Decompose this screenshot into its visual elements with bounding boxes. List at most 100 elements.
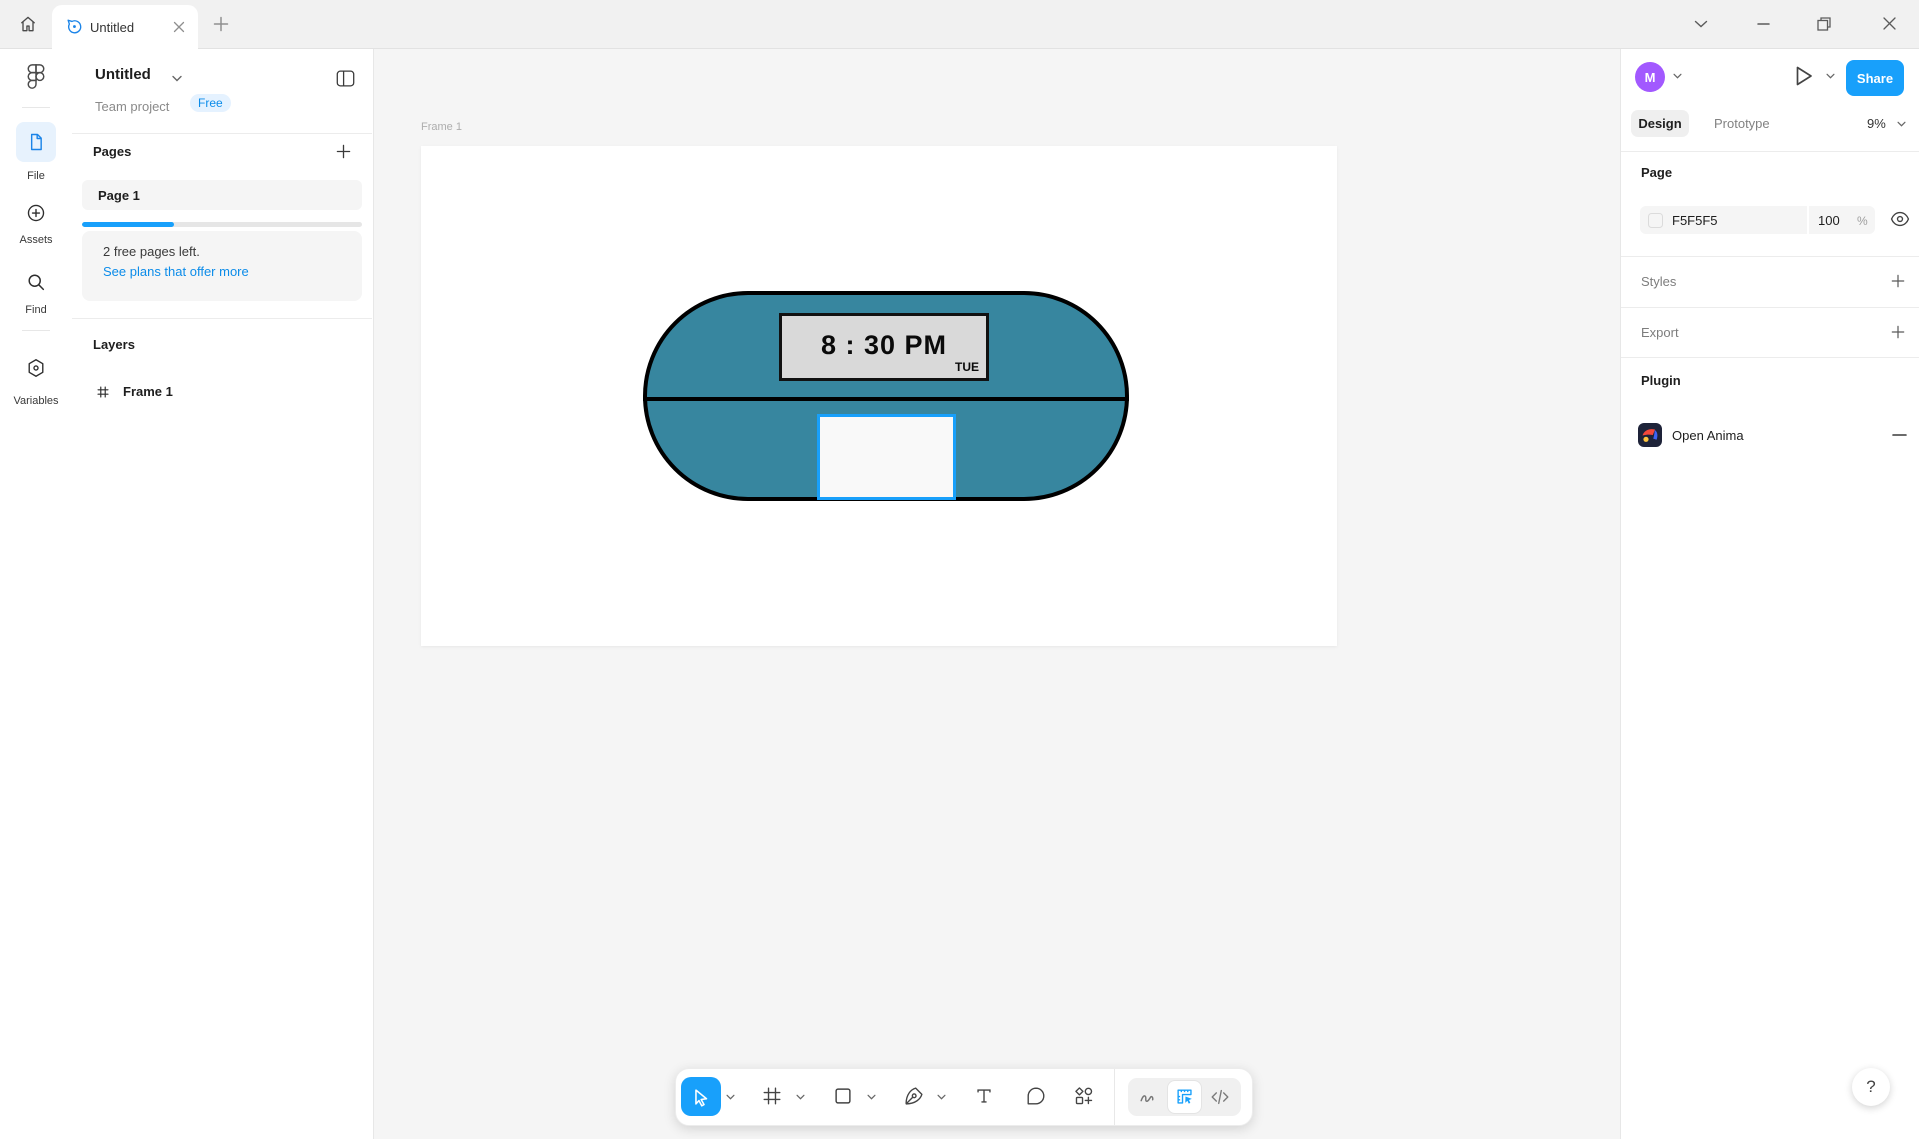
selected-rectangle[interactable] xyxy=(817,414,956,500)
bottom-toolbar xyxy=(675,1068,1253,1126)
anima-plugin-icon xyxy=(1638,423,1662,447)
pen-tool-chevron-icon[interactable] xyxy=(937,1094,946,1100)
see-plans-link[interactable]: See plans that offer more xyxy=(103,264,249,279)
divider xyxy=(1621,256,1919,257)
tab-design[interactable]: Design xyxy=(1631,110,1689,137)
draw-squiggle-icon[interactable] xyxy=(1138,1086,1160,1108)
pages-section-label: Pages xyxy=(93,144,131,159)
add-style-plus-icon[interactable] xyxy=(1891,274,1905,288)
frame-tool-icon[interactable] xyxy=(761,1085,783,1107)
rail-divider xyxy=(22,107,50,108)
opacity-unit: % xyxy=(1857,214,1868,228)
avatar-initial: M xyxy=(1645,70,1656,85)
present-play-icon[interactable] xyxy=(1794,65,1814,87)
search-icon xyxy=(25,271,47,293)
shape-tool-chevron-icon[interactable] xyxy=(867,1094,876,1100)
present-chevron-icon[interactable] xyxy=(1826,73,1835,79)
left-rail: File Assets Find Variables xyxy=(0,48,73,1139)
rectangle-tool-icon[interactable] xyxy=(832,1085,854,1107)
tab-prototype[interactable]: Prototype xyxy=(1714,116,1770,131)
text-tool-icon[interactable] xyxy=(973,1085,995,1107)
file-tab[interactable]: Untitled xyxy=(52,5,198,49)
move-tool-selected[interactable] xyxy=(681,1077,721,1116)
toggle-sidebar-icon[interactable] xyxy=(335,69,356,88)
clock-pill-shape[interactable]: 8 : 30 PM TUE xyxy=(643,291,1129,501)
remove-plugin-minus-icon[interactable] xyxy=(1892,434,1907,436)
window-minimize-icon[interactable] xyxy=(1757,23,1770,25)
toolbar-separator xyxy=(1114,1069,1115,1125)
color-swatch[interactable] xyxy=(1648,213,1663,228)
layers-section-label: Layers xyxy=(93,337,135,352)
close-tab-icon[interactable] xyxy=(173,21,185,33)
layer-row-frame1[interactable]: Frame 1 xyxy=(72,378,372,406)
divider xyxy=(1621,357,1919,358)
figma-logo-icon xyxy=(27,64,45,90)
free-pages-progress xyxy=(82,222,362,227)
home-button[interactable] xyxy=(18,14,38,34)
sidebar-item-label: Find xyxy=(0,304,72,316)
new-tab-plus-icon[interactable] xyxy=(213,16,229,32)
comment-bubble-icon[interactable] xyxy=(1025,1085,1047,1107)
file-active-background xyxy=(16,122,56,162)
help-label: ? xyxy=(1866,1077,1875,1097)
titlebar: Untitled xyxy=(0,0,1919,49)
clock-display[interactable]: 8 : 30 PM TUE xyxy=(779,313,989,381)
zoom-level[interactable]: 9% xyxy=(1867,116,1886,131)
figma-app-window: { "theme": { "accent": "#18A0FB", "link"… xyxy=(0,0,1919,1139)
canvas-frame-label[interactable]: Frame 1 xyxy=(421,121,462,133)
account-chevron-icon[interactable] xyxy=(1673,73,1682,79)
left-panel: Untitled Team project Free Pages Page 1 … xyxy=(72,48,374,1139)
frame-tool-chevron-icon[interactable] xyxy=(796,1094,805,1100)
share-button[interactable]: Share xyxy=(1846,60,1904,96)
circle-plus-icon xyxy=(25,202,47,224)
window-menu-chevron-icon[interactable] xyxy=(1694,20,1708,28)
free-plan-notice: 2 free pages left. See plans that offer … xyxy=(82,231,362,301)
divider xyxy=(72,318,372,319)
divider xyxy=(72,133,372,134)
right-panel: M Share Design Prototype 9% Page F5F5F5 … xyxy=(1620,48,1919,1139)
avatar[interactable]: M xyxy=(1635,62,1665,92)
free-plan-badge: Free xyxy=(190,94,231,112)
opacity-value[interactable]: 100 xyxy=(1818,213,1840,228)
window-close-icon[interactable] xyxy=(1883,17,1896,30)
plugin-name: Open Anima xyxy=(1672,428,1744,443)
color-hex-value[interactable]: F5F5F5 xyxy=(1672,213,1718,228)
sidebar-item-label: Assets xyxy=(0,234,72,246)
canvas-frame[interactable]: 8 : 30 PM TUE xyxy=(421,146,1337,646)
styles-section-label: Styles xyxy=(1641,274,1676,289)
dev-mode-toggle-selected[interactable] xyxy=(1167,1080,1202,1114)
resources-shapes-icon[interactable] xyxy=(1073,1085,1095,1107)
mode-toggle-group xyxy=(1128,1078,1241,1116)
tab-design-label: Design xyxy=(1638,116,1681,131)
layer-name: Frame 1 xyxy=(123,384,173,399)
page-list-item-selected[interactable]: Page 1 xyxy=(82,180,362,210)
page-color-control[interactable]: F5F5F5 100 % xyxy=(1640,206,1875,234)
help-button[interactable]: ? xyxy=(1852,1068,1890,1106)
clock-day: TUE xyxy=(955,360,979,374)
clock-time: 8 : 30 PM xyxy=(782,330,986,361)
rail-divider xyxy=(22,330,50,331)
window-restore-icon[interactable] xyxy=(1817,17,1831,31)
visibility-eye-icon[interactable] xyxy=(1889,210,1911,228)
pill-divider-line xyxy=(643,397,1129,401)
dev-mode-ruler-icon xyxy=(1174,1086,1196,1108)
code-icon[interactable] xyxy=(1209,1086,1231,1108)
pen-tool-icon[interactable] xyxy=(903,1085,925,1107)
export-section-label: Export xyxy=(1641,325,1679,340)
pen-nib-icon xyxy=(65,18,83,36)
project-title[interactable]: Untitled xyxy=(95,66,151,83)
zoom-chevron-icon[interactable] xyxy=(1897,121,1906,127)
add-page-plus-icon[interactable] xyxy=(336,144,351,159)
chevron-down-icon[interactable] xyxy=(172,75,182,82)
tab-title: Untitled xyxy=(90,20,134,35)
move-tool-chevron-icon[interactable] xyxy=(726,1094,735,1100)
divider xyxy=(1621,151,1919,152)
home-icon xyxy=(18,14,38,34)
divider xyxy=(1621,307,1919,308)
project-subtitle: Team project xyxy=(95,99,169,114)
sidebar-item-label: File xyxy=(0,170,72,182)
add-export-plus-icon[interactable] xyxy=(1891,325,1905,339)
plugin-row-open-anima[interactable]: Open Anima xyxy=(1621,416,1919,454)
page-name: Page 1 xyxy=(98,188,140,203)
sidebar-item-label: Variables xyxy=(0,395,72,407)
